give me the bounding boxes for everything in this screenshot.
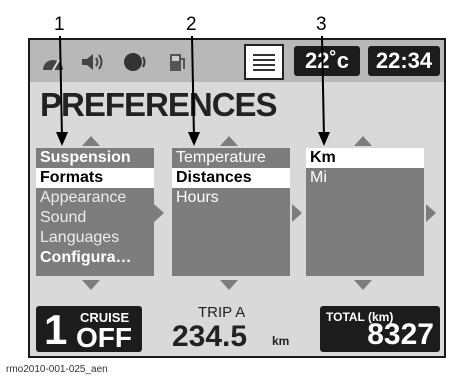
callout-3: 3 bbox=[316, 14, 327, 35]
menu-item-sound[interactable]: Sound bbox=[36, 208, 154, 228]
speaker-icon[interactable] bbox=[80, 50, 106, 74]
trip-unit: km bbox=[272, 334, 290, 348]
submenu-item-hours[interactable]: Hours bbox=[172, 188, 290, 208]
submenu-scroll-up-arrow[interactable] bbox=[220, 136, 238, 146]
options-next-arrow[interactable] bbox=[426, 204, 436, 222]
cruise-number: 1 bbox=[44, 306, 68, 353]
tab-line-2 bbox=[253, 58, 275, 61]
gauge-icon[interactable] bbox=[40, 50, 66, 74]
tab-line-1 bbox=[253, 53, 275, 56]
menu-item-configuration[interactable]: Configura… bbox=[36, 248, 154, 268]
total-odometer: TOTAL (km) 8327 bbox=[320, 306, 440, 352]
figure-caption: rmo2010-001-025_aen bbox=[6, 364, 108, 375]
callout-1: 1 bbox=[54, 14, 65, 35]
menu-column: Suspension Formats Appearance Sound Lang… bbox=[36, 148, 154, 276]
trip-label: TRIP A bbox=[198, 304, 246, 321]
menu-scroll-up-arrow[interactable] bbox=[82, 136, 100, 146]
display-screen: 22˚c 22:34 PREFERENCES Suspension Format… bbox=[28, 38, 446, 358]
callout-2: 2 bbox=[186, 14, 197, 35]
options-scroll-down-arrow[interactable] bbox=[354, 280, 372, 290]
menu-item-appearance[interactable]: Appearance bbox=[36, 188, 154, 208]
tab-line-3 bbox=[253, 63, 275, 66]
submenu-next-arrow[interactable] bbox=[292, 204, 302, 222]
cruise-state: OFF bbox=[76, 322, 132, 353]
submenu-column: Temperature Distances Hours bbox=[172, 148, 290, 276]
option-item-mi[interactable]: Mi bbox=[306, 168, 424, 188]
phone-headset-icon[interactable] bbox=[122, 50, 148, 74]
tab-line-4 bbox=[253, 68, 275, 71]
page-title: PREFERENCES bbox=[40, 86, 278, 123]
temperature-readout: 22˚c bbox=[294, 46, 360, 76]
menu-item-formats[interactable]: Formats bbox=[36, 168, 154, 188]
submenu-item-temperature[interactable]: Temperature bbox=[172, 148, 290, 168]
clock-readout: 22:34 bbox=[368, 46, 440, 76]
fuel-pump-icon[interactable] bbox=[164, 50, 190, 74]
submenu-scroll-down-arrow[interactable] bbox=[220, 280, 238, 290]
cruise-indicator: 1 CRUISE OFF bbox=[36, 306, 142, 353]
status-bar: 22˚c 22:34 bbox=[30, 40, 444, 82]
bottom-bar: 1 CRUISE OFF TRIP A 234.5 km TOTAL (km) … bbox=[30, 302, 444, 356]
preferences-tab-icon[interactable] bbox=[244, 44, 284, 80]
submenu-item-distances[interactable]: Distances bbox=[172, 168, 290, 188]
options-scroll-up-arrow[interactable] bbox=[354, 136, 372, 146]
total-value: 8327 bbox=[367, 318, 434, 351]
menu-next-arrow[interactable] bbox=[154, 204, 164, 222]
menu-item-suspension[interactable]: Suspension bbox=[36, 148, 154, 168]
menu-item-languages[interactable]: Languages bbox=[36, 228, 154, 248]
options-column: Km Mi bbox=[306, 148, 424, 276]
option-item-km[interactable]: Km bbox=[306, 148, 424, 168]
trip-value: 234.5 bbox=[172, 320, 248, 353]
menu-scroll-down-arrow[interactable] bbox=[82, 280, 100, 290]
